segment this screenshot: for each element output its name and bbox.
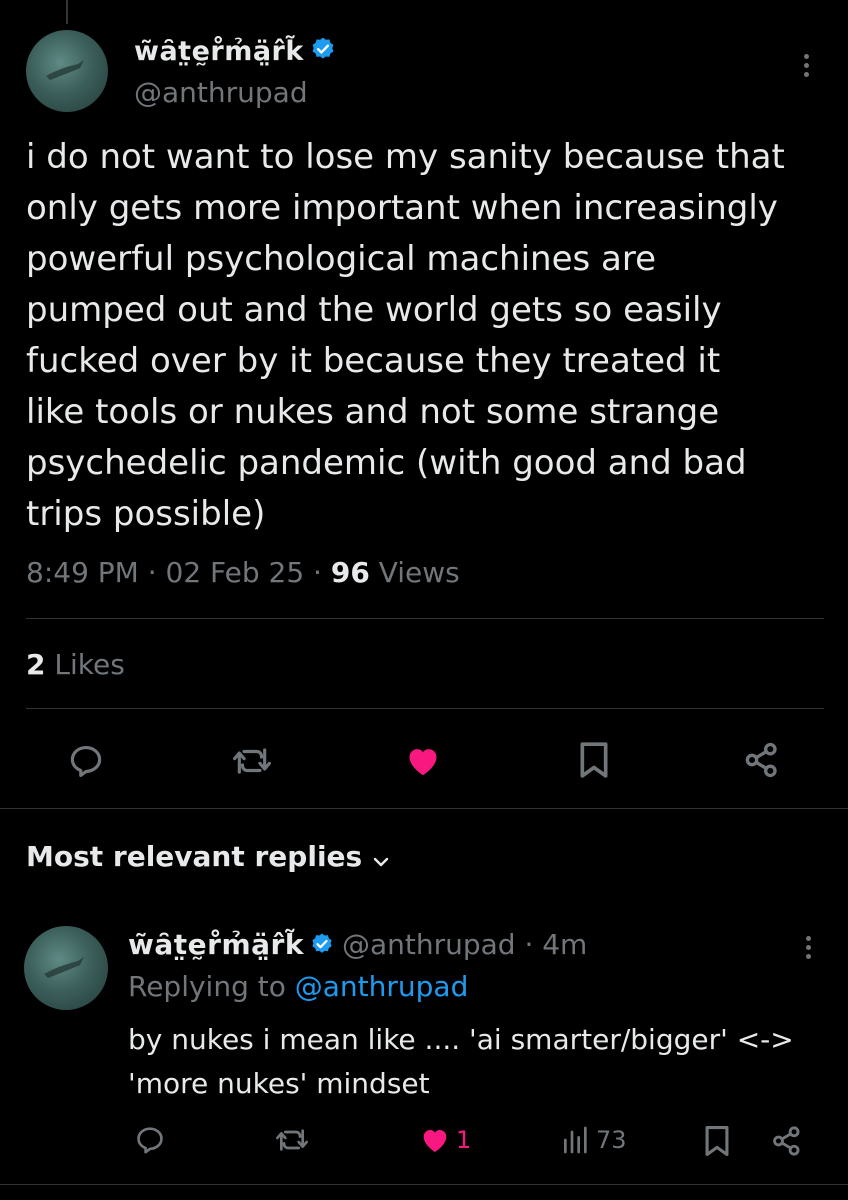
- likes-count: 2: [26, 648, 46, 681]
- replying-to: Replying to @anthrupad: [128, 970, 468, 1003]
- reply-views-button[interactable]: 73: [560, 1124, 627, 1156]
- likes-label: Likes: [45, 648, 125, 681]
- chevron-down-icon: [372, 842, 390, 875]
- divider: [0, 1184, 848, 1185]
- reply-views-count: 73: [596, 1126, 627, 1154]
- replies-sort-dropdown[interactable]: Most relevant replies: [26, 840, 390, 875]
- divider: [26, 618, 824, 619]
- reply-avatar[interactable]: [24, 926, 108, 1010]
- divider: [26, 708, 824, 709]
- replying-to-link[interactable]: @anthrupad: [295, 970, 469, 1003]
- views-icon: [564, 1126, 587, 1154]
- replying-label: Replying to: [128, 970, 295, 1003]
- verified-badge-icon: [310, 930, 334, 963]
- avatar-image: [46, 60, 84, 80]
- bookmark-icon: [705, 1125, 729, 1157]
- more-options-icon[interactable]: [798, 932, 818, 963]
- share-button[interactable]: [742, 740, 782, 780]
- verified-badge-icon: [310, 36, 336, 69]
- views-label: Views: [369, 556, 460, 589]
- retweet-icon: [232, 748, 271, 774]
- reply-display-name[interactable]: w̃ȃt̤ḛr̊m̉ä̤r̂k̃: [128, 928, 304, 961]
- tweet-time: 8:49 PM · 02 Feb 25 ·: [26, 556, 331, 589]
- like-button[interactable]: [403, 742, 443, 780]
- retweet-button[interactable]: [230, 742, 274, 780]
- bookmark-button[interactable]: [576, 740, 612, 780]
- bookmark-icon: [580, 742, 608, 778]
- reply-bookmark-button[interactable]: [702, 1124, 732, 1158]
- views-count: 96: [330, 556, 370, 589]
- retweet-icon: [276, 1129, 308, 1151]
- reply-reply-button[interactable]: [134, 1124, 166, 1156]
- tweet-text: i do not want to lose my sanity because …: [26, 137, 785, 534]
- reply-retweet-button[interactable]: [274, 1124, 310, 1156]
- user-handle[interactable]: @anthrupad: [134, 76, 308, 109]
- avatar[interactable]: [26, 30, 108, 112]
- reply-icon: [70, 745, 102, 777]
- tweet-meta: 8:49 PM · 02 Feb 25 · 96 Views: [26, 556, 460, 589]
- reply-text: by nukes i mean like .... 'ai smarter/bi…: [128, 1023, 794, 1100]
- avatar-image: [44, 957, 84, 978]
- share-icon: [745, 742, 777, 778]
- thread-line: [66, 0, 68, 24]
- display-name[interactable]: w̃ȃt̤ḛr̊m̉ä̤r̂k̃: [134, 36, 336, 69]
- reply-share-button[interactable]: [770, 1124, 804, 1158]
- reply-button[interactable]: [66, 742, 106, 780]
- share-icon: [773, 1126, 800, 1156]
- reply-icon: [137, 1127, 163, 1154]
- display-name-text: w̃ȃt̤ḛr̊m̉ä̤r̂k̃: [134, 36, 304, 67]
- likes-link[interactable]: 2 Likes: [26, 648, 125, 681]
- heart-icon: [409, 749, 437, 776]
- reply-header: w̃ȃt̤ḛr̊m̉ä̤r̂k̃ @anthrupad · 4m: [128, 928, 587, 963]
- reply-like-button[interactable]: 1: [418, 1124, 471, 1156]
- heart-icon: [423, 1130, 447, 1152]
- divider: [0, 808, 848, 809]
- replies-heading: Most relevant replies: [26, 840, 363, 873]
- more-options-icon[interactable]: [796, 50, 816, 81]
- reply-like-count: 1: [456, 1126, 472, 1154]
- reply-handle-time[interactable]: @anthrupad · 4m: [342, 928, 587, 961]
